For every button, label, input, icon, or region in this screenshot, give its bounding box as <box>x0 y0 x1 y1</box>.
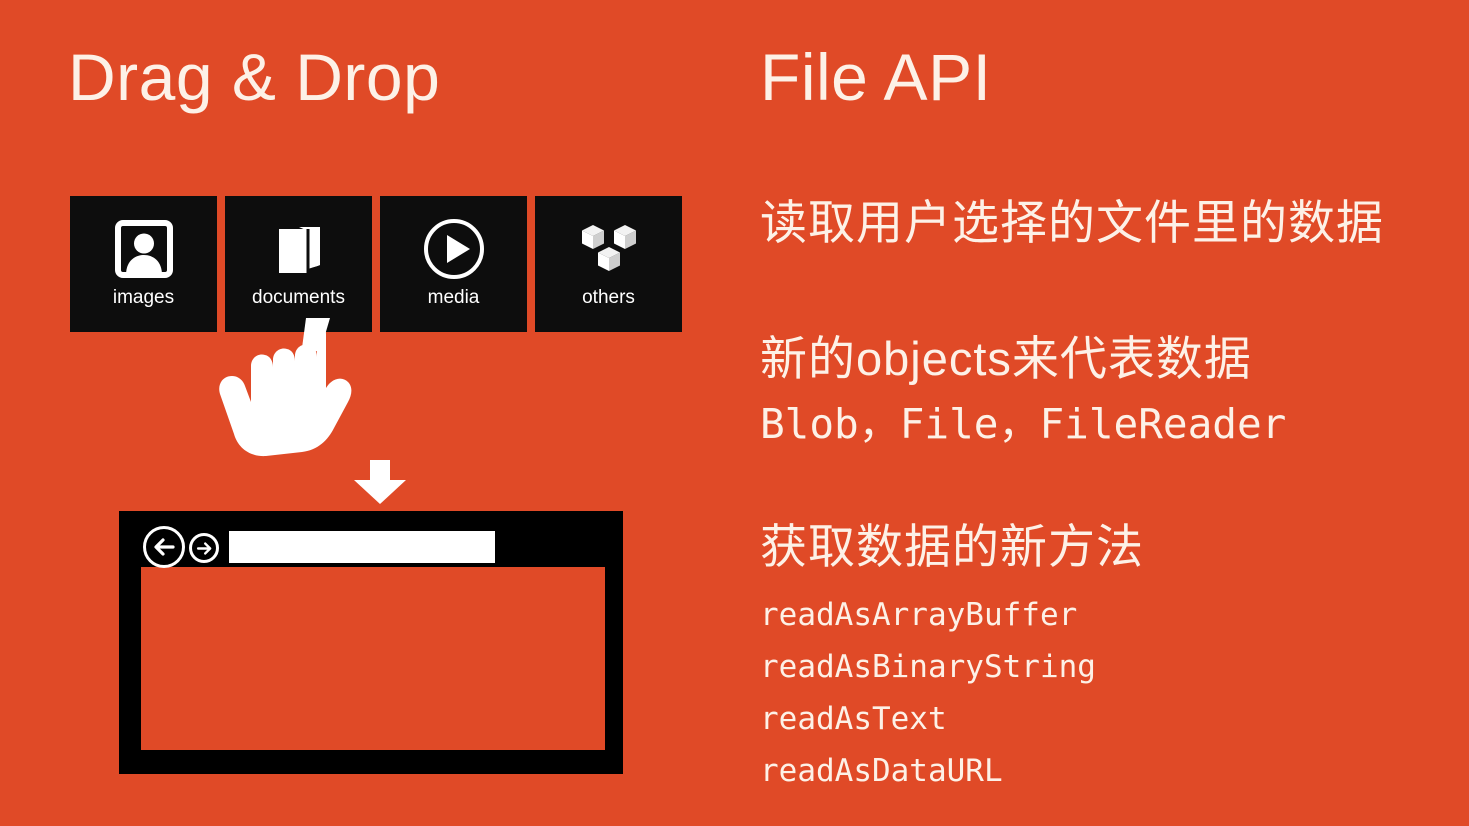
back-arrow-icon[interactable] <box>143 526 185 568</box>
method-list: readAsArrayBuffer readAsBinaryString rea… <box>760 589 1096 797</box>
list-item: readAsText <box>760 701 947 737</box>
left-column-title: Drag & Drop <box>68 40 441 114</box>
tile-label-others: others <box>582 287 635 308</box>
slide-canvas: Drag & Drop images documents media other… <box>0 0 1469 826</box>
section-heading-new-objects: 新的objects来代表数据 <box>760 332 1252 385</box>
tile-media[interactable]: media <box>380 196 527 332</box>
cubes-icon <box>577 216 641 282</box>
address-bar-input[interactable] <box>229 531 495 563</box>
list-item: readAsBinaryString <box>760 649 1096 685</box>
browser-toolbar <box>131 523 609 568</box>
tile-label-documents: documents <box>252 287 345 308</box>
list-item: readAsDataURL <box>760 753 1003 789</box>
tile-others[interactable]: others <box>535 196 682 332</box>
tile-images[interactable]: images <box>70 196 217 332</box>
play-circle-icon <box>422 216 486 282</box>
tile-documents[interactable]: documents <box>225 196 372 332</box>
browser-window-illustration <box>119 511 623 774</box>
folder-icon <box>268 216 330 282</box>
tile-label-images: images <box>112 287 175 308</box>
file-type-tile-group: images documents media others <box>70 196 682 332</box>
portrait-photo-icon <box>113 216 175 282</box>
forward-arrow-icon[interactable] <box>189 533 219 563</box>
section-heading-read-data: 读取用户选择的文件里的数据 <box>760 196 1384 249</box>
section-heading-new-methods: 获取数据的新方法 <box>760 520 1144 573</box>
down-arrow-icon <box>352 460 408 504</box>
list-item: readAsArrayBuffer <box>760 597 1078 633</box>
tile-label-media: media <box>427 287 480 308</box>
right-column-title: File API <box>760 40 992 114</box>
pointing-hand-cursor <box>214 318 362 458</box>
code-line-objects: Blob，File，FileReader <box>760 400 1287 448</box>
browser-drop-zone[interactable] <box>141 567 605 750</box>
